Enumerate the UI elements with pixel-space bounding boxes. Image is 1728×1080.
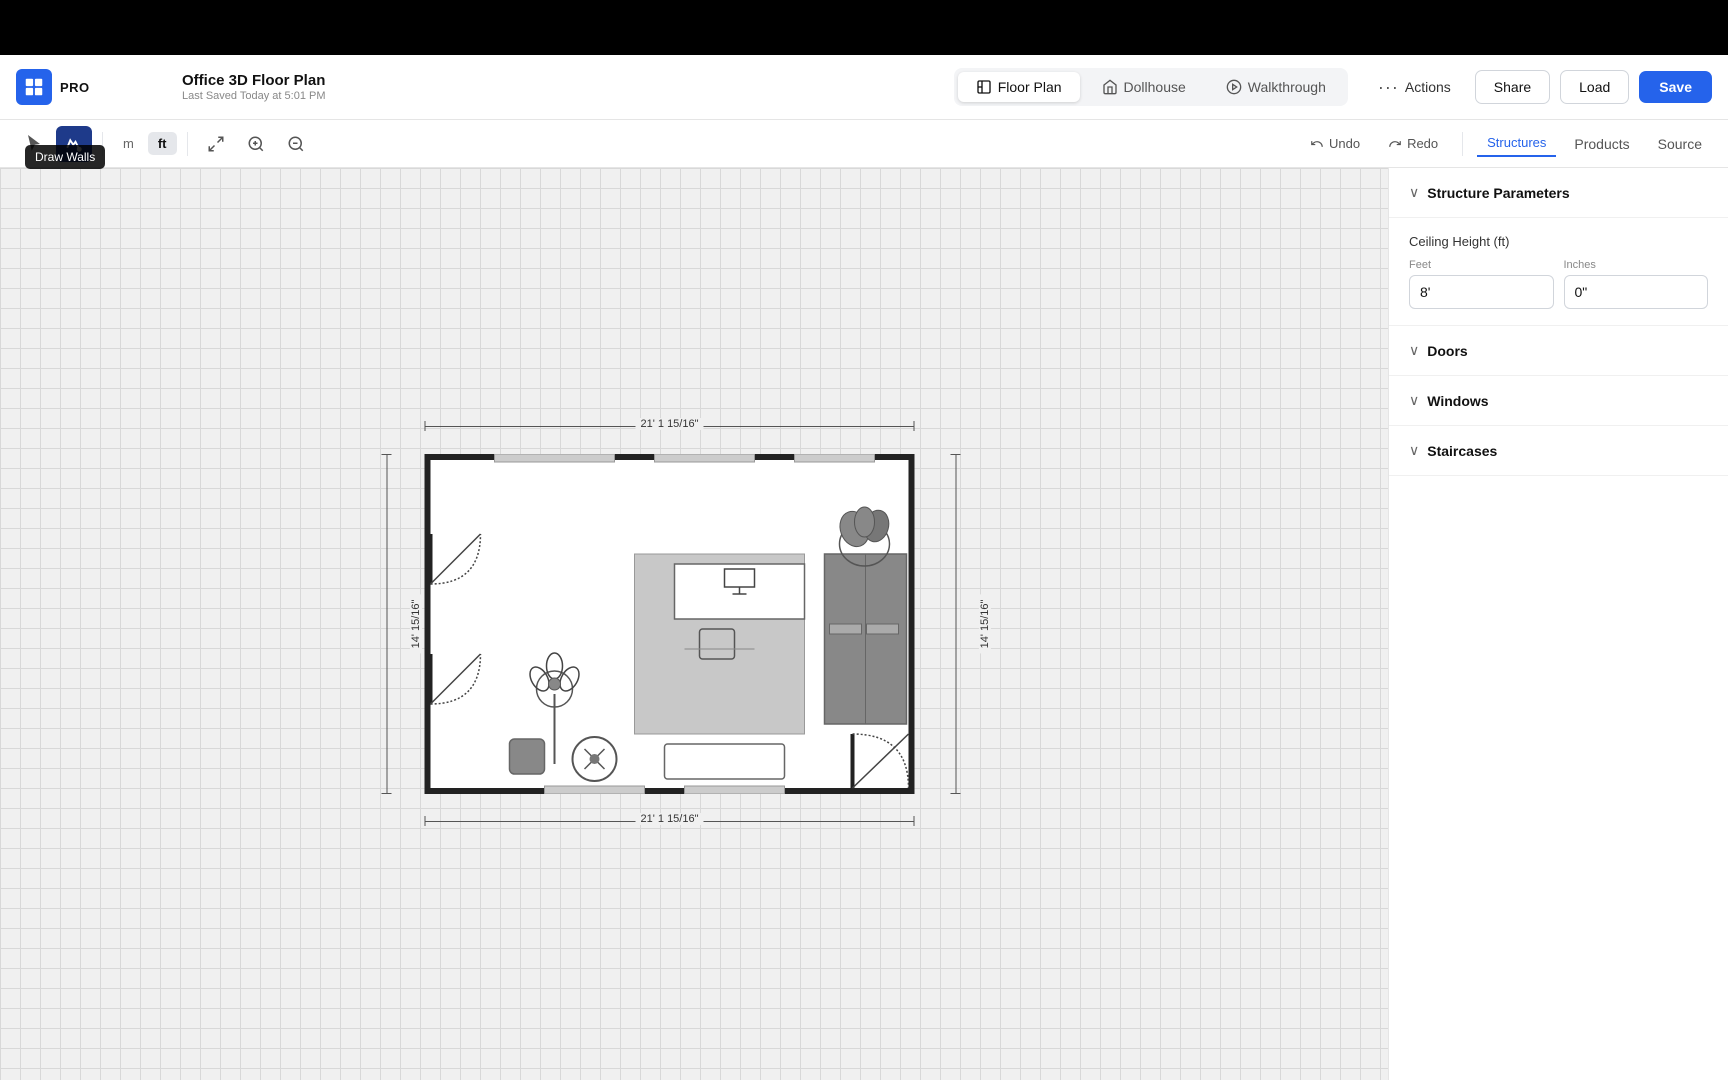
- unit-ft-button[interactable]: ft: [148, 132, 177, 155]
- doors-title: Doors: [1427, 343, 1467, 359]
- app-name: PRO: [60, 80, 90, 95]
- tab-source[interactable]: Source: [1648, 131, 1712, 157]
- tab-products[interactable]: Products: [1564, 131, 1639, 157]
- panel-content: ∨ Structure Parameters Ceiling Height (f…: [1389, 168, 1728, 476]
- zoom-out-tool[interactable]: [278, 126, 314, 162]
- tab-dollhouse-label: Dollhouse: [1124, 79, 1186, 95]
- dim-left: 14' 15/16": [410, 595, 422, 654]
- ceiling-height-body: Ceiling Height (ft) Feet Inches: [1389, 218, 1728, 326]
- tab-floor-plan[interactable]: Floor Plan: [958, 72, 1080, 102]
- doors-section-header[interactable]: ∨ Doors: [1389, 326, 1728, 376]
- draw-walls-tooltip: Draw Walls: [25, 145, 105, 169]
- dim-bottom: 21' 1 15/16": [636, 813, 704, 825]
- zoom-in-tool[interactable]: [238, 126, 274, 162]
- dim-top: 21' 1 15/16": [636, 418, 704, 430]
- redo-button[interactable]: Redo: [1378, 131, 1448, 156]
- separator-2: [187, 132, 188, 156]
- actions-label: Actions: [1405, 79, 1451, 95]
- tab-walkthrough[interactable]: Walkthrough: [1208, 72, 1344, 102]
- canvas-area[interactable]: 21' 1 15/16" 21' 1 15/16": [0, 168, 1388, 1080]
- dim-right: 14' 15/16": [979, 595, 991, 654]
- toolbar-right: Undo Redo Structures Products Source: [1300, 130, 1712, 157]
- tab-floor-plan-label: Floor Plan: [998, 79, 1062, 95]
- floor-plan-svg: [425, 454, 915, 794]
- toolbar: Draw Walls m ft: [0, 120, 1728, 168]
- floor-plan-container: 21' 1 15/16" 21' 1 15/16": [425, 454, 915, 794]
- project-subtitle: Last Saved Today at 5:01 PM: [182, 90, 938, 102]
- windows-title: Windows: [1427, 393, 1488, 409]
- logo-icon: [16, 69, 52, 105]
- project-title: Office 3D Floor Plan: [182, 72, 938, 89]
- separator-3: [1462, 132, 1463, 156]
- feet-input-group: Feet: [1409, 259, 1554, 309]
- ceiling-height-label: Ceiling Height (ft): [1409, 234, 1708, 249]
- right-panel: ∨ Structure Parameters Ceiling Height (f…: [1388, 168, 1728, 1080]
- feet-label: Feet: [1409, 259, 1554, 271]
- tab-structures[interactable]: Structures: [1477, 130, 1556, 157]
- inches-input[interactable]: [1564, 275, 1709, 309]
- staircases-title: Staircases: [1427, 443, 1497, 459]
- ceiling-height-inputs: Feet Inches: [1409, 259, 1708, 309]
- inches-input-group: Inches: [1564, 259, 1709, 309]
- project-info: Office 3D Floor Plan Last Saved Today at…: [182, 72, 938, 102]
- logo-area: PRO: [16, 69, 166, 105]
- share-button[interactable]: Share: [1475, 70, 1550, 104]
- unit-m-button[interactable]: m: [113, 132, 144, 155]
- nav-tabs: Floor Plan Dollhouse Walkthrough: [954, 68, 1348, 106]
- content-area: 21' 1 15/16" 21' 1 15/16": [0, 168, 1728, 1080]
- staircases-section-header[interactable]: ∨ Staircases: [1389, 426, 1728, 476]
- load-button[interactable]: Load: [1560, 70, 1629, 104]
- inches-label: Inches: [1564, 259, 1709, 271]
- tab-dollhouse[interactable]: Dollhouse: [1084, 72, 1204, 102]
- undo-button[interactable]: Undo: [1300, 131, 1370, 156]
- feet-input[interactable]: [1409, 275, 1554, 309]
- header-actions: ··· Actions Share Load Save: [1364, 69, 1712, 106]
- actions-button[interactable]: ··· Actions: [1364, 69, 1465, 106]
- structure-parameters-header[interactable]: ∨ Structure Parameters: [1389, 168, 1728, 218]
- tab-walkthrough-label: Walkthrough: [1248, 79, 1326, 95]
- windows-section-header[interactable]: ∨ Windows: [1389, 376, 1728, 426]
- structure-parameters-title: Structure Parameters: [1427, 185, 1569, 201]
- fit-view-tool[interactable]: [198, 126, 234, 162]
- save-button[interactable]: Save: [1639, 71, 1712, 103]
